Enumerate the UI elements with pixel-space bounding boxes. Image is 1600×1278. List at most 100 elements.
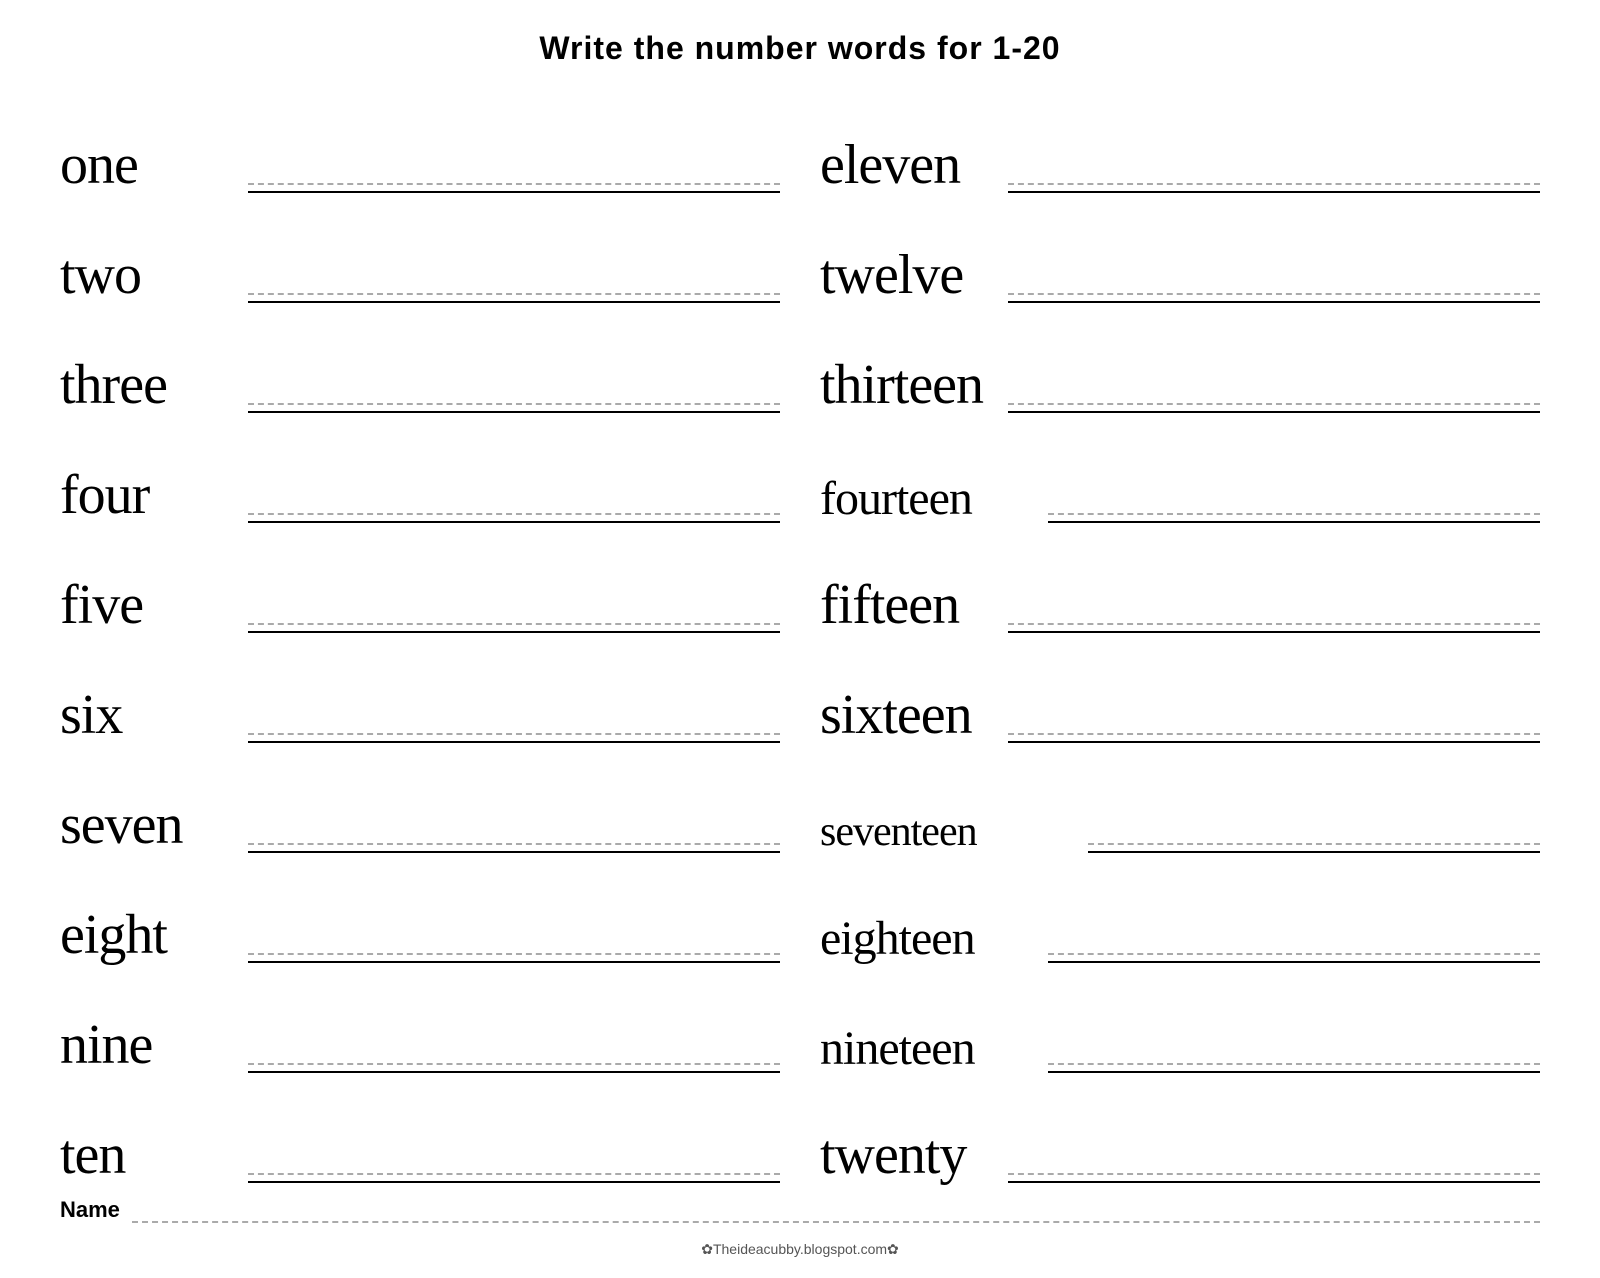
- writing-area[interactable]: [1008, 403, 1540, 417]
- word-label: eight: [60, 907, 240, 967]
- word-label: eleven: [820, 137, 1000, 197]
- word-row: nineteen: [820, 967, 1540, 1077]
- writing-area[interactable]: [1008, 183, 1540, 197]
- solid-line: [248, 1181, 780, 1183]
- word-row: nine: [60, 967, 780, 1077]
- name-line[interactable]: [132, 1221, 1540, 1223]
- writing-area[interactable]: [248, 403, 780, 417]
- solid-line: [1008, 191, 1540, 193]
- dotted-line: [1008, 403, 1540, 405]
- solid-line: [1008, 741, 1540, 743]
- solid-line: [248, 851, 780, 853]
- left-column: one twothree four fivesix seven eight nine ten: [40, 87, 800, 1187]
- writing-area[interactable]: [248, 733, 780, 747]
- dotted-line: [1048, 953, 1540, 955]
- solid-line: [248, 961, 780, 963]
- word-row: eleven: [820, 87, 1540, 197]
- word-label: two: [60, 247, 240, 307]
- dotted-line: [248, 293, 780, 295]
- word-row: twelve: [820, 197, 1540, 307]
- footer: ✿Theideacubby.blogspot.com✿: [40, 1241, 1560, 1258]
- solid-line: [248, 411, 780, 413]
- dotted-line: [1048, 1063, 1540, 1065]
- page-title: Write the number words for 1-20: [40, 30, 1560, 67]
- writing-area[interactable]: [1008, 1173, 1540, 1187]
- word-row: four: [60, 417, 780, 527]
- word-row: seventeen: [820, 747, 1540, 857]
- dotted-line: [248, 513, 780, 515]
- dotted-line: [248, 183, 780, 185]
- solid-line: [1008, 1181, 1540, 1183]
- dotted-line: [248, 623, 780, 625]
- writing-area[interactable]: [1048, 953, 1540, 967]
- word-row: twenty: [820, 1077, 1540, 1187]
- solid-line: [248, 191, 780, 193]
- word-label: ten: [60, 1127, 240, 1187]
- word-label: sixteen: [820, 687, 1000, 747]
- solid-line: [1088, 851, 1540, 853]
- word-label: eighteen: [820, 915, 1040, 967]
- solid-line: [1048, 961, 1540, 963]
- word-row: sixteen: [820, 637, 1540, 747]
- word-label: seven: [60, 797, 240, 857]
- writing-area[interactable]: [1008, 733, 1540, 747]
- dotted-line: [1008, 623, 1540, 625]
- solid-line: [1048, 521, 1540, 523]
- word-row: one: [60, 87, 780, 197]
- word-row: fourteen: [820, 417, 1540, 527]
- solid-line: [1008, 301, 1540, 303]
- dotted-line: [1008, 183, 1540, 185]
- solid-line: [248, 521, 780, 523]
- word-row: two: [60, 197, 780, 307]
- word-label: nine: [60, 1017, 240, 1077]
- writing-area[interactable]: [248, 623, 780, 637]
- solid-line: [1008, 631, 1540, 633]
- word-row: thirteen: [820, 307, 1540, 417]
- dotted-line: [1008, 733, 1540, 735]
- writing-area[interactable]: [248, 183, 780, 197]
- word-row: eight: [60, 857, 780, 967]
- word-label: twenty: [820, 1127, 1000, 1187]
- dotted-line: [1048, 513, 1540, 515]
- word-label: twelve: [820, 247, 1000, 307]
- writing-area[interactable]: [1008, 293, 1540, 307]
- name-label: Name: [60, 1197, 120, 1227]
- dotted-line: [1008, 1173, 1540, 1175]
- writing-area[interactable]: [248, 843, 780, 857]
- dotted-line: [248, 403, 780, 405]
- word-label: four: [60, 467, 240, 527]
- solid-line: [248, 1071, 780, 1073]
- dotted-line: [248, 843, 780, 845]
- word-row: fifteen: [820, 527, 1540, 637]
- writing-area[interactable]: [1008, 623, 1540, 637]
- word-row: three: [60, 307, 780, 417]
- dotted-line: [1008, 293, 1540, 295]
- writing-area[interactable]: [248, 953, 780, 967]
- dotted-line: [248, 1063, 780, 1065]
- solid-line: [248, 741, 780, 743]
- dotted-line: [248, 953, 780, 955]
- writing-area[interactable]: [248, 293, 780, 307]
- worksheet: onetwothreefourfivesixseveneightnineten …: [40, 87, 1560, 1187]
- name-row: Name: [40, 1197, 1560, 1227]
- word-label: nineteen: [820, 1025, 1040, 1077]
- writing-area[interactable]: [248, 1173, 780, 1187]
- dotted-line: [248, 733, 780, 735]
- word-label: seventeen: [820, 811, 1080, 857]
- writing-area[interactable]: [1088, 843, 1540, 857]
- word-label: one: [60, 137, 240, 197]
- word-row: seven: [60, 747, 780, 857]
- word-row: eighteen: [820, 857, 1540, 967]
- solid-line: [248, 631, 780, 633]
- dotted-line: [248, 1173, 780, 1175]
- writing-area[interactable]: [1048, 513, 1540, 527]
- solid-line: [1008, 411, 1540, 413]
- word-row: ten: [60, 1077, 780, 1187]
- writing-area[interactable]: [1048, 1063, 1540, 1077]
- right-column: eleven twelve thirteenfourteenfifteen sixte…: [800, 87, 1560, 1187]
- word-label: thirteen: [820, 357, 1000, 417]
- writing-area[interactable]: [248, 1063, 780, 1077]
- word-label: five: [60, 577, 240, 637]
- word-row: six: [60, 637, 780, 747]
- writing-area[interactable]: [248, 513, 780, 527]
